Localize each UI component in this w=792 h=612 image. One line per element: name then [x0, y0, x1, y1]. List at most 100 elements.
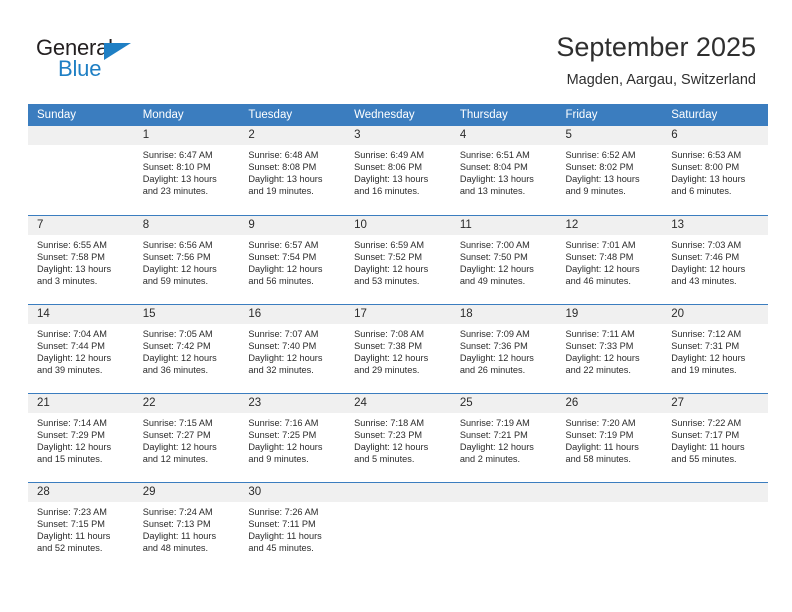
calendar-day-cell[interactable]: 4 Sunrise: 6:51 AM Sunset: 8:04 PM Daylight… [450, 126, 557, 215]
sunset-text: Sunset: 7:33 PM [565, 340, 634, 351]
daylight-text-line1: Daylight: 12 hours [671, 352, 746, 363]
sunrise-text: Sunrise: 7:24 AM [142, 506, 213, 517]
daylight-text-line2: and 3 minutes. [37, 275, 98, 286]
day-details: Sunrise: 7:24 AM Sunset: 7:13 PM Daylight:… [134, 502, 240, 554]
calendar-day-cell[interactable]: 1 Sunrise: 6:47 AM Sunset: 8:10 PM Daylight… [133, 126, 240, 215]
sunrise-text: Sunrise: 7:07 AM [248, 328, 319, 339]
daylight-text-line1: Daylight: 12 hours [459, 263, 534, 274]
calendar-day-cell[interactable]: 15 Sunrise: 7:05 AM Sunset: 7:42 PM Dayligh… [133, 303, 240, 393]
day-details: Sunrise: 7:01 AM Sunset: 7:48 PM Daylight:… [557, 235, 663, 287]
day-details: Sunrise: 7:16 AM Sunset: 7:25 PM Daylight:… [239, 413, 345, 465]
calendar-day-cell[interactable]: 16 Sunrise: 7:07 AM Sunset: 7:40 PM Dayligh… [239, 303, 346, 393]
sunrise-text: Sunrise: 7:09 AM [459, 328, 530, 339]
daylight-text-line1: Daylight: 12 hours [248, 352, 323, 363]
calendar-day-cell[interactable]: 17 Sunrise: 7:08 AM Sunset: 7:38 PM Dayligh… [345, 303, 451, 393]
sunrise-text: Sunrise: 6:55 AM [37, 239, 107, 250]
blue-triangle-icon [104, 43, 131, 60]
sunrise-text: Sunrise: 7:04 AM [37, 328, 107, 339]
calendar-day-cell[interactable]: 9 Sunrise: 6:57 AM Sunset: 7:54 PM Daylight… [239, 214, 346, 304]
calendar-day-cell[interactable]: 27 Sunrise: 7:22 AM Sunset: 7:17 PM Dayligh… [662, 392, 768, 482]
sunset-text: Sunset: 7:11 PM [248, 518, 316, 529]
calendar-table: Sunday Monday Tuesday Wednesday Thursday Frid… [28, 104, 768, 571]
calendar-day-cell[interactable]: 6 Sunrise: 6:53 AM Sunset: 8:00 PM Daylight… [662, 126, 768, 215]
day-number: 30 [239, 482, 346, 502]
day-number: 29 [133, 482, 240, 502]
sunset-text: Sunset: 7:29 PM [37, 429, 105, 440]
calendar-day-cell[interactable]: 14 Sunrise: 7:04 AM Sunset: 7:44 PM Dayligh… [28, 303, 134, 393]
calendar-day-cell[interactable]: 26 Sunrise: 7:20 AM Sunset: 7:19 PM Dayligh… [556, 392, 663, 482]
daylight-text-line2: and 55 minutes. [671, 453, 737, 464]
sunrise-text: Sunrise: 7:14 AM [37, 417, 107, 428]
day-number: 10 [345, 215, 451, 235]
calendar-day-cell[interactable]: 13 Sunrise: 7:03 AM Sunset: 7:46 PM Dayligh… [662, 214, 768, 304]
calendar-day-cell[interactable]: 25 Sunrise: 7:19 AM Sunset: 7:21 PM Dayligh… [450, 392, 557, 482]
day-number: 28 [28, 482, 134, 502]
day-details: Sunrise: 6:59 AM Sunset: 7:52 PM Daylight:… [345, 235, 451, 287]
calendar-day-cell[interactable]: 28 Sunrise: 7:23 AM Sunset: 7:15 PM Dayligh… [28, 481, 134, 571]
weekday-header-thursday: Thursday [450, 104, 557, 126]
daylight-text-line1: Daylight: 13 hours [459, 174, 534, 185]
day-details: Sunrise: 7:05 AM Sunset: 7:42 PM Daylight:… [134, 324, 240, 376]
calendar-day-cell[interactable]: 23 Sunrise: 7:16 AM Sunset: 7:25 PM Dayligh… [239, 392, 346, 482]
daylight-text-line1: Daylight: 12 hours [354, 263, 429, 274]
daylight-text-line2: and 6 minutes. [671, 186, 732, 197]
calendar-day-cell[interactable]: 30 Sunrise: 7:26 AM Sunset: 7:11 PM Dayligh… [239, 481, 346, 571]
calendar-day-cell[interactable]: 22 Sunrise: 7:15 AM Sunset: 7:27 PM Dayligh… [133, 392, 240, 482]
calendar-grid: Sunday Monday Tuesday Wednesday Thursday Frid… [28, 104, 768, 571]
sunset-text: Sunset: 7:17 PM [671, 429, 740, 440]
calendar-day-cell[interactable]: 7 Sunrise: 6:55 AM Sunset: 7:58 PM Daylight… [28, 214, 134, 304]
daylight-text-line1: Daylight: 13 hours [354, 174, 429, 185]
sunrise-text: Sunrise: 7:20 AM [565, 417, 636, 428]
day-number: 23 [239, 393, 346, 413]
calendar-day-cell[interactable]: 5 Sunrise: 6:52 AM Sunset: 8:02 PM Daylight… [556, 126, 663, 215]
day-number [28, 126, 134, 145]
calendar-day-cell-empty [556, 481, 663, 571]
day-details: Sunrise: 6:48 AM Sunset: 8:08 PM Daylight:… [239, 145, 345, 197]
sunset-text: Sunset: 7:13 PM [142, 518, 211, 529]
sunset-text: Sunset: 8:08 PM [248, 162, 317, 173]
daylight-text-line1: Daylight: 12 hours [354, 441, 429, 452]
calendar-day-cell[interactable]: 18 Sunrise: 7:09 AM Sunset: 7:36 PM Dayligh… [450, 303, 557, 393]
calendar-day-cell[interactable]: 12 Sunrise: 7:01 AM Sunset: 7:48 PM Dayligh… [556, 214, 663, 304]
calendar-day-cell[interactable]: 29 Sunrise: 7:24 AM Sunset: 7:13 PM Dayligh… [133, 481, 240, 571]
calendar-day-cell[interactable]: 3 Sunrise: 6:49 AM Sunset: 8:06 PM Daylight… [345, 126, 451, 215]
weekday-header-wednesday: Wednesday [345, 104, 451, 126]
sunset-text: Sunset: 7:27 PM [142, 429, 211, 440]
daylight-text-line1: Daylight: 12 hours [142, 441, 217, 452]
day-number: 18 [450, 304, 557, 324]
daylight-text-line1: Daylight: 12 hours [142, 263, 217, 274]
daylight-text-line1: Daylight: 13 hours [565, 174, 640, 185]
generalblue-logo[interactable]: General Blue [36, 36, 156, 86]
sunset-text: Sunset: 7:15 PM [37, 518, 105, 529]
day-number: 6 [662, 126, 768, 145]
sunrise-text: Sunrise: 7:16 AM [248, 417, 319, 428]
day-number: 14 [28, 304, 134, 324]
sunrise-text: Sunrise: 7:01 AM [565, 239, 636, 250]
sunrise-text: Sunrise: 7:03 AM [671, 239, 742, 250]
sunrise-text: Sunrise: 6:47 AM [142, 150, 213, 160]
sunrise-text: Sunrise: 7:23 AM [37, 506, 107, 517]
day-number: 19 [556, 304, 663, 324]
day-details: Sunrise: 7:18 AM Sunset: 7:23 PM Daylight:… [345, 413, 451, 465]
sunset-text: Sunset: 8:06 PM [354, 162, 423, 173]
calendar-day-cell[interactable]: 24 Sunrise: 7:18 AM Sunset: 7:23 PM Dayligh… [345, 392, 451, 482]
sunrise-text: Sunrise: 6:52 AM [565, 150, 636, 160]
calendar-day-cell[interactable]: 21 Sunrise: 7:14 AM Sunset: 7:29 PM Dayligh… [28, 392, 134, 482]
day-number: 17 [345, 304, 451, 324]
day-number: 1 [133, 126, 240, 145]
day-number: 26 [556, 393, 663, 413]
daylight-text-line1: Daylight: 12 hours [354, 352, 429, 363]
calendar-day-cell[interactable]: 19 Sunrise: 7:11 AM Sunset: 7:33 PM Dayligh… [556, 303, 663, 393]
calendar-day-cell-empty [345, 481, 451, 571]
calendar-day-cell[interactable]: 10 Sunrise: 6:59 AM Sunset: 7:52 PM Dayligh… [345, 214, 451, 304]
sunset-text: Sunset: 8:02 PM [565, 162, 634, 173]
day-details: Sunrise: 6:52 AM Sunset: 8:02 PM Daylight:… [557, 145, 663, 197]
calendar-day-cell[interactable]: 20 Sunrise: 7:12 AM Sunset: 7:31 PM Dayligh… [662, 303, 768, 393]
day-details: Sunrise: 7:08 AM Sunset: 7:38 PM Daylight:… [345, 324, 451, 376]
calendar-day-cell[interactable]: 8 Sunrise: 6:56 AM Sunset: 7:56 PM Daylight… [133, 214, 240, 304]
calendar-day-cell[interactable]: 2 Sunrise: 6:48 AM Sunset: 8:08 PM Daylight… [239, 126, 346, 215]
calendar-day-cell[interactable]: 11 Sunrise: 7:00 AM Sunset: 7:50 PM Dayligh… [450, 214, 557, 304]
daylight-text-line1: Daylight: 12 hours [248, 263, 323, 274]
daylight-text-line1: Daylight: 11 hours [565, 441, 639, 452]
daylight-text-line1: Daylight: 13 hours [142, 174, 217, 185]
